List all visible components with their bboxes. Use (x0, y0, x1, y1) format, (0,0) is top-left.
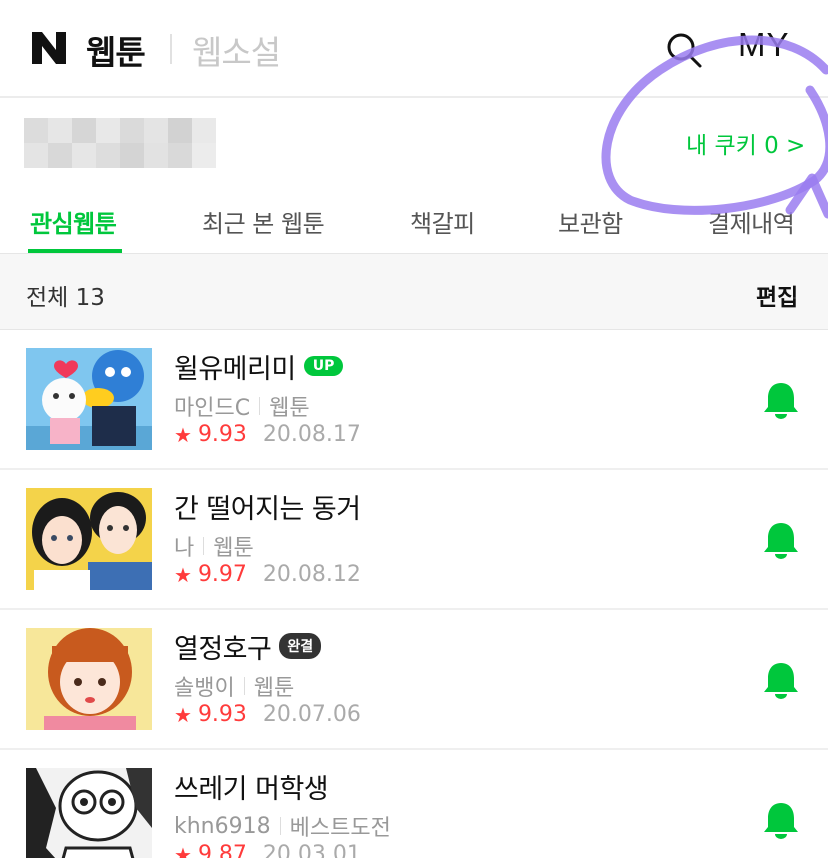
meta-divider (203, 537, 205, 555)
tab-recently-viewed[interactable]: 최근 본 웹툰 (202, 204, 325, 239)
rating: 9.93 (197, 702, 247, 727)
top-header: 웹툰 웹소설 MY (0, 0, 828, 98)
rating: 9.93 (197, 422, 247, 447)
edit-button[interactable]: 편집 (756, 278, 798, 312)
last-update-date: 20.07.06 (262, 702, 361, 727)
bell-icon[interactable] (762, 800, 800, 840)
star-icon: ★ (174, 842, 192, 858)
my-cookie-link[interactable]: 내 쿠키 0 > (686, 126, 805, 160)
last-update-date: 20.08.12 (262, 562, 361, 587)
list-item[interactable]: 간 떨어지는 동거 나 웹툰 ★ 9.97 20.08.12 (0, 470, 828, 610)
tab-favorites[interactable]: 관심웹툰 (30, 204, 117, 239)
webtoon-thumbnail[interactable] (26, 768, 152, 858)
star-icon: ★ (174, 422, 192, 447)
webtoon-title[interactable]: 쓰레기 머학생 (174, 767, 329, 806)
blurred-profile-name (24, 118, 216, 168)
author-name: 마인드C (174, 396, 251, 421)
list-item[interactable]: 윌유메리미 UP 마인드C 웹툰 ★ 9.93 20.08.17 (0, 330, 828, 470)
bell-icon[interactable] (762, 520, 800, 560)
last-update-date: 20.03.01 (262, 842, 361, 858)
nav-divider (170, 34, 172, 64)
bell-icon[interactable] (762, 660, 800, 700)
tab-payment-history[interactable]: 결제내역 (708, 204, 795, 239)
update-badge: UP (303, 356, 344, 376)
completed-badge: 완결 (279, 633, 322, 659)
meta-divider (259, 397, 261, 415)
meta-divider (243, 677, 245, 695)
category-label: 웹툰 (213, 536, 254, 561)
naver-logo[interactable] (30, 30, 68, 66)
list-item[interactable]: 쓰레기 머학생 khn6918 베스트도전 ★ 9.87 20.03.01 (0, 750, 828, 858)
my-page-button[interactable]: MY (738, 26, 790, 64)
category-label: 베스트도전 (289, 816, 391, 841)
category-label: 웹툰 (269, 396, 310, 421)
author-name: khn6918 (174, 813, 271, 839)
tab-bookmarks[interactable]: 책갈피 (410, 204, 475, 239)
list-toolbar: 전체 13 편집 (0, 254, 828, 330)
star-icon: ★ (174, 562, 192, 587)
nav-webnovel-tab[interactable]: 웹소설 (192, 26, 281, 74)
rating: 9.97 (197, 562, 247, 587)
author-name: 나 (174, 536, 195, 561)
active-tab-indicator (28, 249, 122, 253)
webtoon-title[interactable]: 열정호구 (174, 627, 272, 666)
star-icon: ★ (174, 702, 192, 727)
webtoon-thumbnail[interactable] (26, 348, 152, 450)
nav-webtoon-tab[interactable]: 웹툰 (86, 26, 146, 74)
bell-icon[interactable] (762, 380, 800, 420)
library-tabs: 관심웹툰 최근 본 웹툰 책갈피 보관함 결제내역 (0, 190, 828, 254)
webtoon-thumbnail[interactable] (26, 628, 152, 730)
webtoon-title[interactable]: 간 떨어지는 동거 (174, 487, 361, 526)
meta-divider (279, 817, 281, 835)
webtoon-thumbnail[interactable] (26, 488, 152, 590)
list-item[interactable]: 열정호구 완결 솔뱅이 웹툰 ★ 9.93 20.07.06 (0, 610, 828, 750)
rating: 9.87 (197, 842, 247, 858)
category-label: 웹툰 (253, 676, 295, 701)
author-name: 솔뱅이 (174, 676, 235, 701)
total-count: 전체 13 (26, 285, 105, 311)
last-update-date: 20.08.17 (262, 422, 361, 447)
webtoon-title[interactable]: 윌유메리미 (174, 347, 296, 386)
tab-storage[interactable]: 보관함 (558, 204, 623, 239)
search-icon[interactable] (664, 30, 704, 70)
